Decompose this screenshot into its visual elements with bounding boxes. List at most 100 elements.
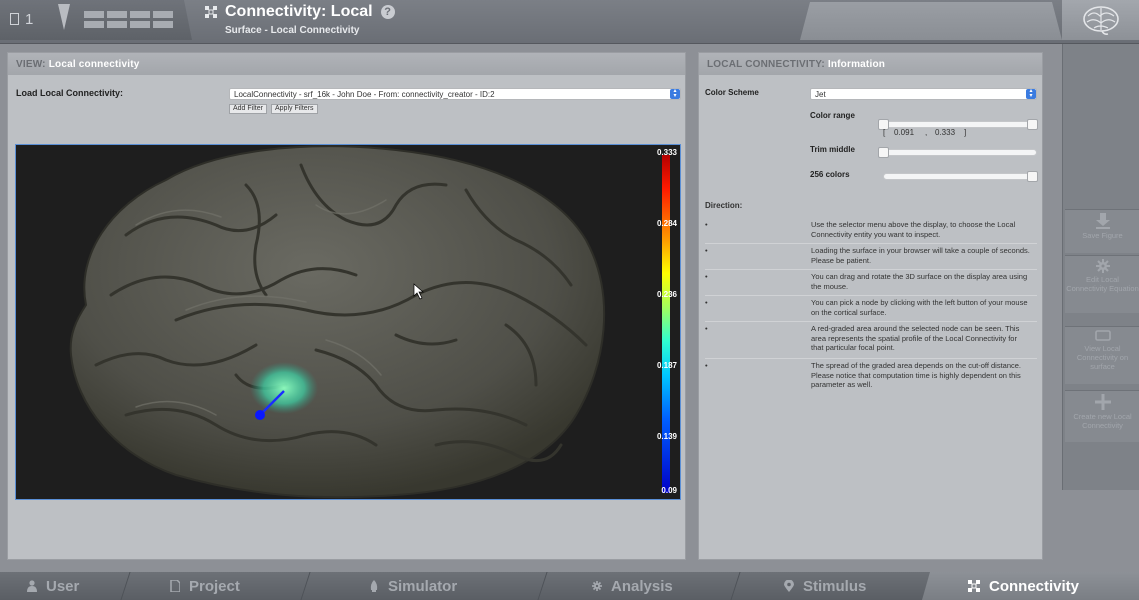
direction-text: The spread of the graded area depends on…	[811, 361, 1022, 389]
range-open-bracket: [	[883, 128, 886, 137]
direction-item: • The spread of the graded area depends …	[705, 361, 1037, 397]
rocket-icon	[370, 580, 378, 592]
local-connectivity-selector[interactable]: LocalConnectivity - srf_16k - John Doe -…	[229, 88, 681, 100]
color-scheme-select[interactable]: Jet ▴ ▾	[810, 88, 1037, 100]
colorbar-label-4: 0.187	[656, 361, 677, 370]
gear-icon	[1095, 259, 1110, 273]
save-figure-label: Save Figure	[1082, 231, 1123, 240]
trim-middle-handle[interactable]	[878, 147, 889, 158]
create-new-button[interactable]: Create new Local Connectivity	[1065, 390, 1139, 442]
direction-label: Direction:	[705, 201, 743, 210]
view-panel: VIEW: Local connectivity Load Local Conn…	[7, 52, 686, 560]
location-pin-icon	[784, 580, 794, 592]
color-scheme-label: Color Scheme	[705, 88, 759, 97]
view-on-surface-button[interactable]: View Local Connectivity on surface	[1065, 326, 1139, 384]
colors-count-handle[interactable]	[1027, 171, 1038, 182]
select-arrows-icon: ▴ ▾	[1026, 89, 1036, 99]
colorbar-label-max: 0.333	[656, 148, 677, 157]
edit-equation-button[interactable]: Edit Local Connectivity Equation	[1065, 255, 1139, 313]
load-connectivity-label: Load Local Connectivity:	[16, 88, 124, 98]
direction-item: • Use the selector menu above the displa…	[705, 220, 1037, 244]
top-bar: 1 Connectivity: Local ? Surface - Local …	[0, 0, 1139, 44]
color-range-label: Color range	[810, 111, 855, 120]
brain-logo[interactable]	[1062, 0, 1139, 40]
nav-tab-label: Project	[189, 577, 240, 595]
nav-tab-user[interactable]: User	[5, 572, 125, 600]
project-blocks-icon[interactable]	[84, 11, 174, 29]
nav-tab-stimulus[interactable]: Stimulus	[762, 572, 922, 600]
nav-separator	[300, 572, 311, 600]
project-counter[interactable]: 1	[10, 11, 33, 28]
create-new-label: Create new Local Connectivity	[1073, 412, 1132, 430]
connectivity-icon	[205, 6, 217, 18]
colorbar	[662, 155, 670, 493]
nav-tab-label: Analysis	[611, 577, 673, 595]
bullet: •	[705, 272, 708, 281]
direction-item: • Loading the surface in your browser wi…	[705, 246, 1037, 270]
colorbar-label-2: 0.284	[656, 219, 677, 228]
selector-value: LocalConnectivity - srf_16k - John Doe -…	[234, 90, 495, 99]
colors-count-label: 256 colors	[810, 170, 850, 179]
view-header-prefix: VIEW:	[16, 59, 46, 70]
bullet: •	[705, 246, 708, 255]
view-header-title: Local connectivity	[48, 59, 140, 70]
bullet: •	[705, 361, 708, 370]
bullet: •	[705, 324, 708, 333]
info-panel-header: LOCAL CONNECTIVITY: Information	[699, 53, 1042, 75]
bullet: •	[705, 220, 708, 229]
direction-text: A red-graded area around the selected no…	[811, 324, 1020, 352]
add-filter-button[interactable]: Add Filter	[229, 104, 267, 114]
download-icon	[1095, 213, 1110, 229]
nav-tab-label: User	[46, 577, 80, 595]
colorbar-label-5: 0.139	[656, 432, 677, 441]
surface-3d-viewer[interactable]: 0.333 0.284 0.236 0.187 0.139 0.09	[15, 144, 681, 500]
document-icon	[10, 13, 19, 25]
direction-text: Use the selector menu above the display,…	[811, 220, 1016, 239]
top-right-panel	[800, 2, 1062, 40]
direction-text: Loading the surface in your browser will…	[811, 246, 1030, 265]
brain-icon	[1083, 6, 1119, 35]
nav-tab-label: Stimulus	[803, 577, 867, 595]
apply-filters-button[interactable]: Apply Filters	[271, 104, 318, 114]
direction-item: • You can pick a node by clicking with t…	[705, 298, 1037, 322]
trim-middle-slider[interactable]	[878, 147, 1037, 158]
view-panel-header: VIEW: Local connectivity	[8, 53, 685, 75]
edit-equation-label: Edit Local Connectivity Equation	[1066, 275, 1139, 293]
user-icon	[27, 580, 37, 592]
direction-item: • You can drag and rotate the 3D surface…	[705, 272, 1037, 296]
dropdown-triangle-icon[interactable]	[58, 4, 70, 30]
colorbar-label-3: 0.236	[656, 290, 677, 299]
help-icon[interactable]: ?	[380, 5, 395, 19]
info-header-title: Information	[827, 59, 886, 70]
direction-text: You can pick a node by clicking with the…	[811, 298, 1028, 317]
nav-tab-project[interactable]: Project	[148, 572, 300, 600]
color-range-max-handle[interactable]	[1027, 119, 1038, 130]
selected-node-marker[interactable]	[255, 410, 265, 420]
connectivity-highlight	[250, 362, 318, 414]
nav-tab-analysis[interactable]: Analysis	[570, 572, 735, 600]
color-range-slider[interactable]	[878, 119, 1038, 130]
range-separator: ,	[925, 128, 928, 137]
info-header-prefix: LOCAL CONNECTIVITY:	[707, 59, 825, 70]
color-range-max-value: 0.333	[935, 128, 956, 137]
project-menu-tab[interactable]: 1	[0, 0, 192, 40]
page-subtitle: Surface - Local Connectivity	[225, 25, 360, 36]
colorbar-label-min: 0.09	[661, 486, 677, 495]
document-icon	[170, 580, 180, 592]
connectivity-icon	[968, 580, 980, 592]
cortical-surface[interactable]	[16, 145, 681, 500]
page-title: Connectivity: Local	[225, 3, 373, 20]
colors-count-slider[interactable]	[883, 171, 1038, 182]
range-close-bracket: ]	[964, 128, 967, 137]
direction-item: • A red-graded area around the selected …	[705, 324, 1037, 359]
page-title-zone: Connectivity: Local ? Surface - Local Co…	[204, 3, 395, 36]
save-figure-button[interactable]: Save Figure	[1065, 209, 1139, 253]
right-action-sidebar: Save Figure Edit Local Connectivity Equa…	[1062, 44, 1139, 490]
monitor-icon	[1094, 330, 1111, 341]
color-range-min-value: 0.091	[894, 128, 915, 137]
direction-text: You can drag and rotate the 3D surface o…	[811, 272, 1028, 291]
nav-tab-label: Connectivity	[989, 577, 1080, 595]
nav-tab-simulator[interactable]: Simulator	[347, 572, 542, 600]
bottom-navigation: User Project Simulator Analysis Stimulus…	[0, 572, 1139, 600]
nav-tab-connectivity[interactable]: Connectivity	[922, 572, 1139, 600]
